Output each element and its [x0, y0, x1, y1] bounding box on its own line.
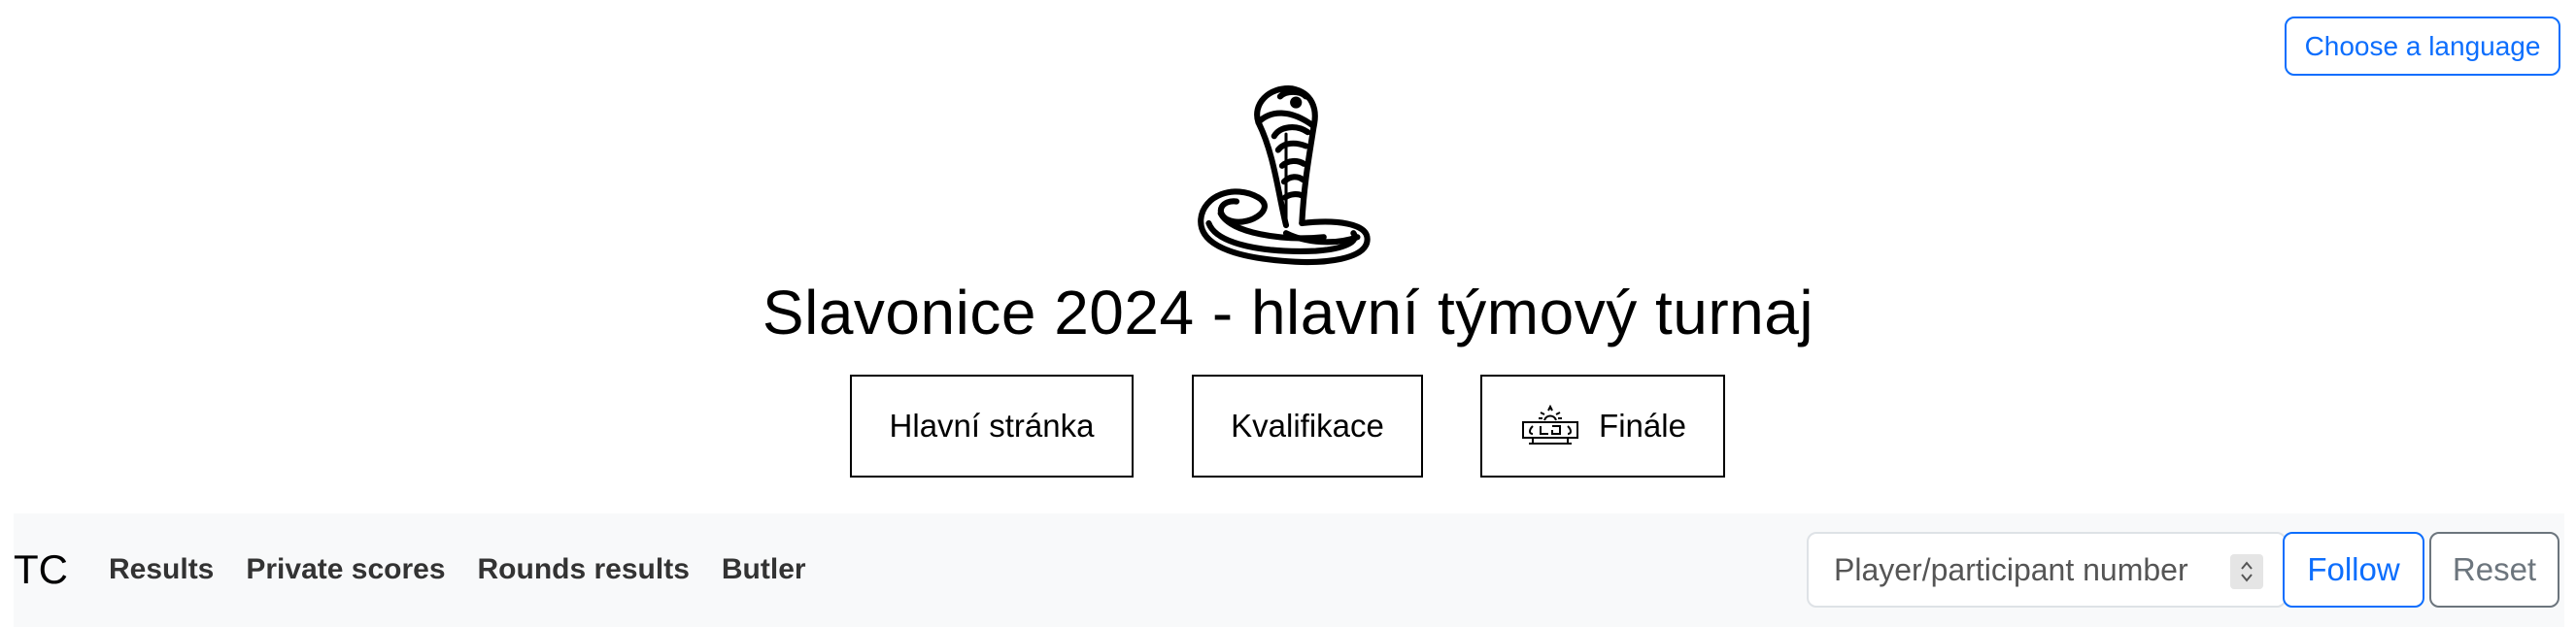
nav-link-private-scores[interactable]: Private scores — [246, 550, 445, 589]
participant-number-placeholder: Player/participant number — [1834, 551, 2188, 587]
cobra-snake-icon — [1198, 85, 1371, 266]
main-page-button[interactable]: Hlavní stránka — [850, 375, 1134, 478]
spinner-arrows-icon — [2241, 561, 2253, 582]
nav-link-butler[interactable]: Butler — [722, 550, 806, 589]
navbar-links: Results Private scores Rounds results Bu… — [109, 550, 838, 589]
number-spinner[interactable] — [2230, 554, 2263, 589]
nav-link-rounds-results[interactable]: Rounds results — [478, 550, 690, 589]
finals-button[interactable]: Finále — [1480, 375, 1725, 478]
navbar-brand[interactable]: TC — [14, 544, 68, 596]
nav-link-results[interactable]: Results — [109, 550, 214, 589]
qualification-button[interactable]: Kvalifikace — [1192, 375, 1423, 478]
follow-button[interactable]: Follow — [2283, 532, 2424, 608]
trophy-stars-icon — [1522, 405, 1579, 445]
navbar: TC Results Private scores Rounds results… — [14, 513, 2564, 627]
finals-label: Finále — [1599, 408, 1686, 444]
participant-number-input[interactable]: Player/participant number — [1807, 532, 2287, 608]
page-title: Slavonice 2024 - hlavní týmový turnaj — [762, 278, 1814, 347]
qualification-label: Kvalifikace — [1231, 408, 1384, 444]
main-page-label: Hlavní stránka — [889, 408, 1095, 444]
reset-button[interactable]: Reset — [2429, 532, 2559, 608]
choose-language-button[interactable]: Choose a language — [2285, 16, 2560, 76]
